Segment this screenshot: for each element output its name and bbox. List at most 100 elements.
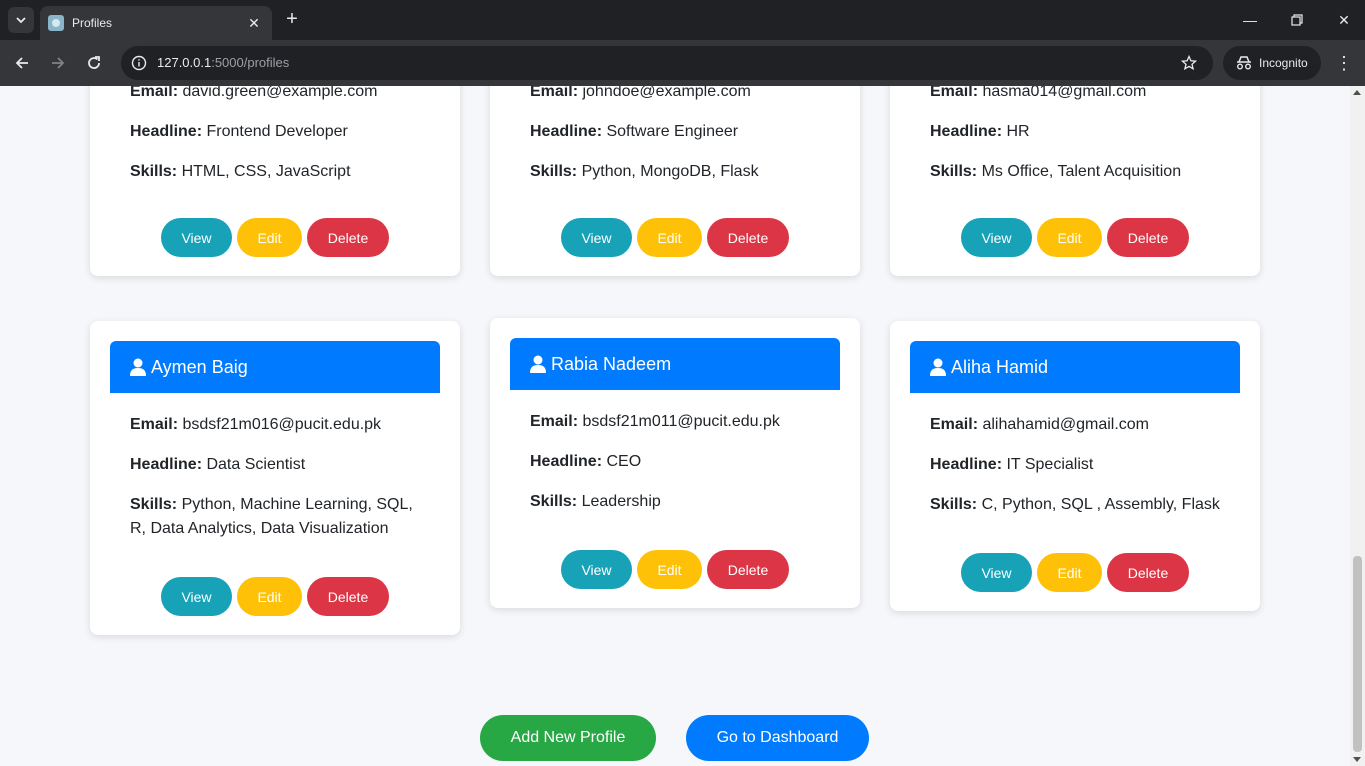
headline-label: Headline:	[930, 123, 1003, 140]
email-label: Email:	[530, 413, 579, 430]
headline-value: Frontend Developer	[206, 123, 348, 140]
profile-skills: Skills: Leadership	[530, 490, 830, 514]
back-icon[interactable]	[10, 51, 34, 75]
edit-button[interactable]: Edit	[237, 577, 302, 616]
profile-skills: Skills: Ms Office, Talent Acquisition	[930, 160, 1230, 184]
profile-card-header: Aliha Hamid	[910, 341, 1240, 393]
email-value: david.green@example.com	[182, 86, 378, 100]
url-text: 127.0.0.1:5000/profiles	[157, 55, 289, 70]
incognito-indicator[interactable]: Incognito	[1223, 46, 1321, 80]
profile-headline: Headline: Data Scientist	[130, 453, 430, 477]
close-window-icon[interactable]: ✕	[1332, 8, 1356, 32]
headline-value: Data Scientist	[206, 456, 306, 473]
view-button[interactable]: View	[161, 218, 232, 257]
delete-button[interactable]: Delete	[1107, 218, 1189, 257]
card-actions: View Edit Delete	[890, 553, 1260, 592]
profile-card: Aymen Baig Email: bsdsf21m016@pucit.edu.…	[90, 321, 460, 635]
profile-skills: Skills: C, Python, SQL , Assembly, Flask	[930, 493, 1230, 517]
headline-value: CEO	[606, 453, 642, 470]
profile-card: Email: johndoe@example.com Headline: Sof…	[490, 86, 860, 276]
headline-label: Headline:	[130, 123, 203, 140]
skills-value: C, Python, SQL , Assembly, Flask	[981, 496, 1220, 513]
profile-skills: Skills: Python, Machine Learning, SQL, R…	[130, 493, 430, 541]
email-value: alihahamid@gmail.com	[982, 416, 1149, 433]
delete-button[interactable]: Delete	[307, 577, 389, 616]
skills-label: Skills:	[130, 496, 178, 513]
view-button[interactable]: View	[561, 550, 632, 589]
browser-toolbar: 127.0.0.1:5000/profiles Incognito ⋮	[0, 40, 1365, 86]
add-new-profile-button[interactable]: Add New Profile	[480, 715, 656, 761]
headline-value: HR	[1006, 123, 1030, 140]
delete-button[interactable]: Delete	[307, 218, 389, 257]
profile-headline: Headline: IT Specialist	[930, 453, 1230, 477]
site-info-icon[interactable]	[129, 53, 149, 73]
new-tab-icon[interactable]: +	[282, 9, 302, 29]
card-actions: View Edit Delete	[490, 218, 860, 257]
incognito-icon	[1237, 56, 1251, 70]
user-icon	[130, 358, 146, 376]
view-button[interactable]: View	[561, 218, 632, 257]
tab-search-button[interactable]	[8, 7, 34, 33]
edit-button[interactable]: Edit	[1037, 553, 1102, 592]
view-button[interactable]: View	[961, 218, 1032, 257]
edit-button[interactable]: Edit	[637, 550, 702, 589]
headline-label: Headline:	[130, 456, 203, 473]
scroll-up-icon[interactable]	[1353, 90, 1361, 95]
profile-email: Email: johndoe@example.com	[530, 86, 830, 104]
tab-close-icon[interactable]: ✕	[246, 15, 262, 32]
email-label: Email:	[930, 416, 979, 433]
edit-button[interactable]: Edit	[1037, 218, 1102, 257]
url-host: 127.0.0.1	[157, 55, 212, 70]
email-value: johndoe@example.com	[582, 86, 751, 100]
edit-button[interactable]: Edit	[237, 218, 302, 257]
profile-card: Rabia Nadeem Email: bsdsf21m011@pucit.ed…	[490, 318, 860, 608]
delete-button[interactable]: Delete	[707, 218, 789, 257]
delete-button[interactable]: Delete	[707, 550, 789, 589]
profile-card: Aliha Hamid Email: alihahamid@gmail.com …	[890, 321, 1260, 611]
page-viewport: Email: david.green@example.com Headline:…	[0, 86, 1350, 766]
scroll-down-icon[interactable]	[1353, 757, 1361, 762]
go-to-dashboard-button[interactable]: Go to Dashboard	[686, 715, 869, 761]
address-bar[interactable]: 127.0.0.1:5000/profiles	[121, 46, 1213, 80]
email-label: Email:	[130, 416, 179, 433]
scrollbar-thumb[interactable]	[1353, 556, 1362, 752]
reload-icon[interactable]	[82, 51, 106, 75]
profile-email: Email: david.green@example.com	[130, 86, 430, 104]
page-scrollbar[interactable]	[1350, 86, 1365, 766]
headline-value: Software Engineer	[606, 123, 739, 140]
card-actions: View Edit Delete	[890, 218, 1260, 257]
browser-tab[interactable]: Profiles ✕	[40, 6, 272, 40]
user-icon	[930, 358, 946, 376]
tab-title: Profiles	[72, 16, 113, 30]
browser-tab-bar: Profiles ✕ + — ✕	[0, 0, 1365, 40]
chevron-down-icon	[16, 17, 26, 24]
email-label: Email:	[930, 86, 979, 100]
headline-label: Headline:	[530, 453, 603, 470]
email-value: bsdsf21m011@pucit.edu.pk	[582, 413, 780, 430]
favicon-icon	[48, 15, 64, 31]
bookmark-star-icon[interactable]	[1179, 53, 1199, 73]
profile-headline: Headline: HR	[930, 120, 1230, 144]
email-label: Email:	[530, 86, 579, 100]
profile-headline: Headline: CEO	[530, 450, 830, 474]
skills-value: Ms Office, Talent Acquisition	[981, 163, 1182, 180]
view-button[interactable]: View	[161, 577, 232, 616]
profile-email: Email: alihahamid@gmail.com	[930, 413, 1230, 437]
forward-icon[interactable]	[46, 51, 70, 75]
edit-button[interactable]: Edit	[637, 218, 702, 257]
browser-menu-icon[interactable]: ⋮	[1333, 51, 1355, 75]
profile-name: Rabia Nadeem	[551, 353, 672, 374]
skills-label: Skills:	[930, 496, 978, 513]
email-label: Email:	[130, 86, 179, 100]
restore-icon[interactable]	[1285, 8, 1309, 32]
delete-button[interactable]: Delete	[1107, 553, 1189, 592]
view-button[interactable]: View	[961, 553, 1032, 592]
card-actions: View Edit Delete	[490, 550, 860, 589]
profile-card: Email: david.green@example.com Headline:…	[90, 86, 460, 276]
profile-skills: Skills: HTML, CSS, JavaScript	[130, 160, 430, 184]
profile-headline: Headline: Software Engineer	[530, 120, 830, 144]
profile-headline: Headline: Frontend Developer	[130, 120, 430, 144]
url-path: :5000/profiles	[211, 55, 290, 70]
card-actions: View Edit Delete	[90, 577, 460, 616]
minimize-icon[interactable]: —	[1238, 8, 1262, 32]
